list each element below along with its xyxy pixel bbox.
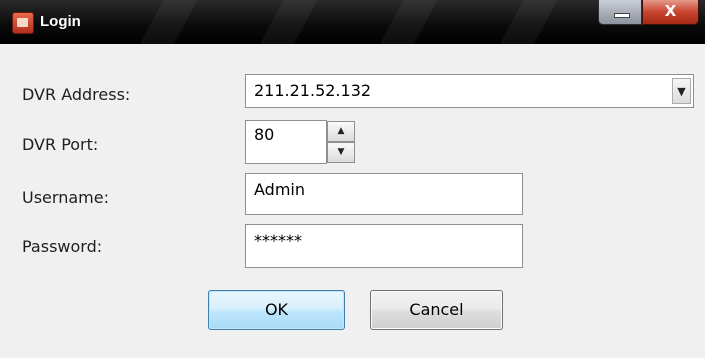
dvr-port-input[interactable]: 80 [245,120,327,164]
dvr-address-value: 211.21.52.132 [254,81,372,100]
chevron-down-icon[interactable]: ▼ [672,78,691,104]
app-icon [12,12,34,34]
titlebar-decoration [491,0,563,44]
dvr-port-value: 80 [254,125,275,144]
ok-button[interactable]: OK [208,290,345,330]
dvr-address-label: DVR Address: [22,85,131,104]
minimize-icon [614,13,630,18]
spin-up-icon[interactable]: ▲ [327,121,355,142]
dvr-address-dropdown[interactable]: 211.21.52.132 ▼ [245,74,694,108]
password-input[interactable]: ****** [245,224,523,268]
minimize-button[interactable] [598,0,642,25]
cancel-button[interactable]: Cancel [370,290,503,330]
dvr-port-spinner: ▲ ▼ [327,120,355,164]
username-value: Admin [254,180,305,199]
password-label: Password: [22,237,103,256]
close-icon: X [664,2,677,20]
titlebar-decoration [251,0,323,44]
username-label: Username: [22,188,109,207]
titlebar-decoration [371,0,443,44]
dvr-port-label: DVR Port: [22,135,99,154]
password-value: ****** [254,231,302,250]
login-dialog: Login X DVR Address: 211.21.52.132 ▼ DVR… [0,0,705,358]
window-title: Login [40,13,81,30]
username-input[interactable]: Admin [245,173,523,215]
titlebar-decoration [131,0,203,44]
spin-down-icon[interactable]: ▼ [327,142,355,163]
title-bar[interactable]: Login X [0,0,705,44]
close-button[interactable]: X [642,0,699,25]
